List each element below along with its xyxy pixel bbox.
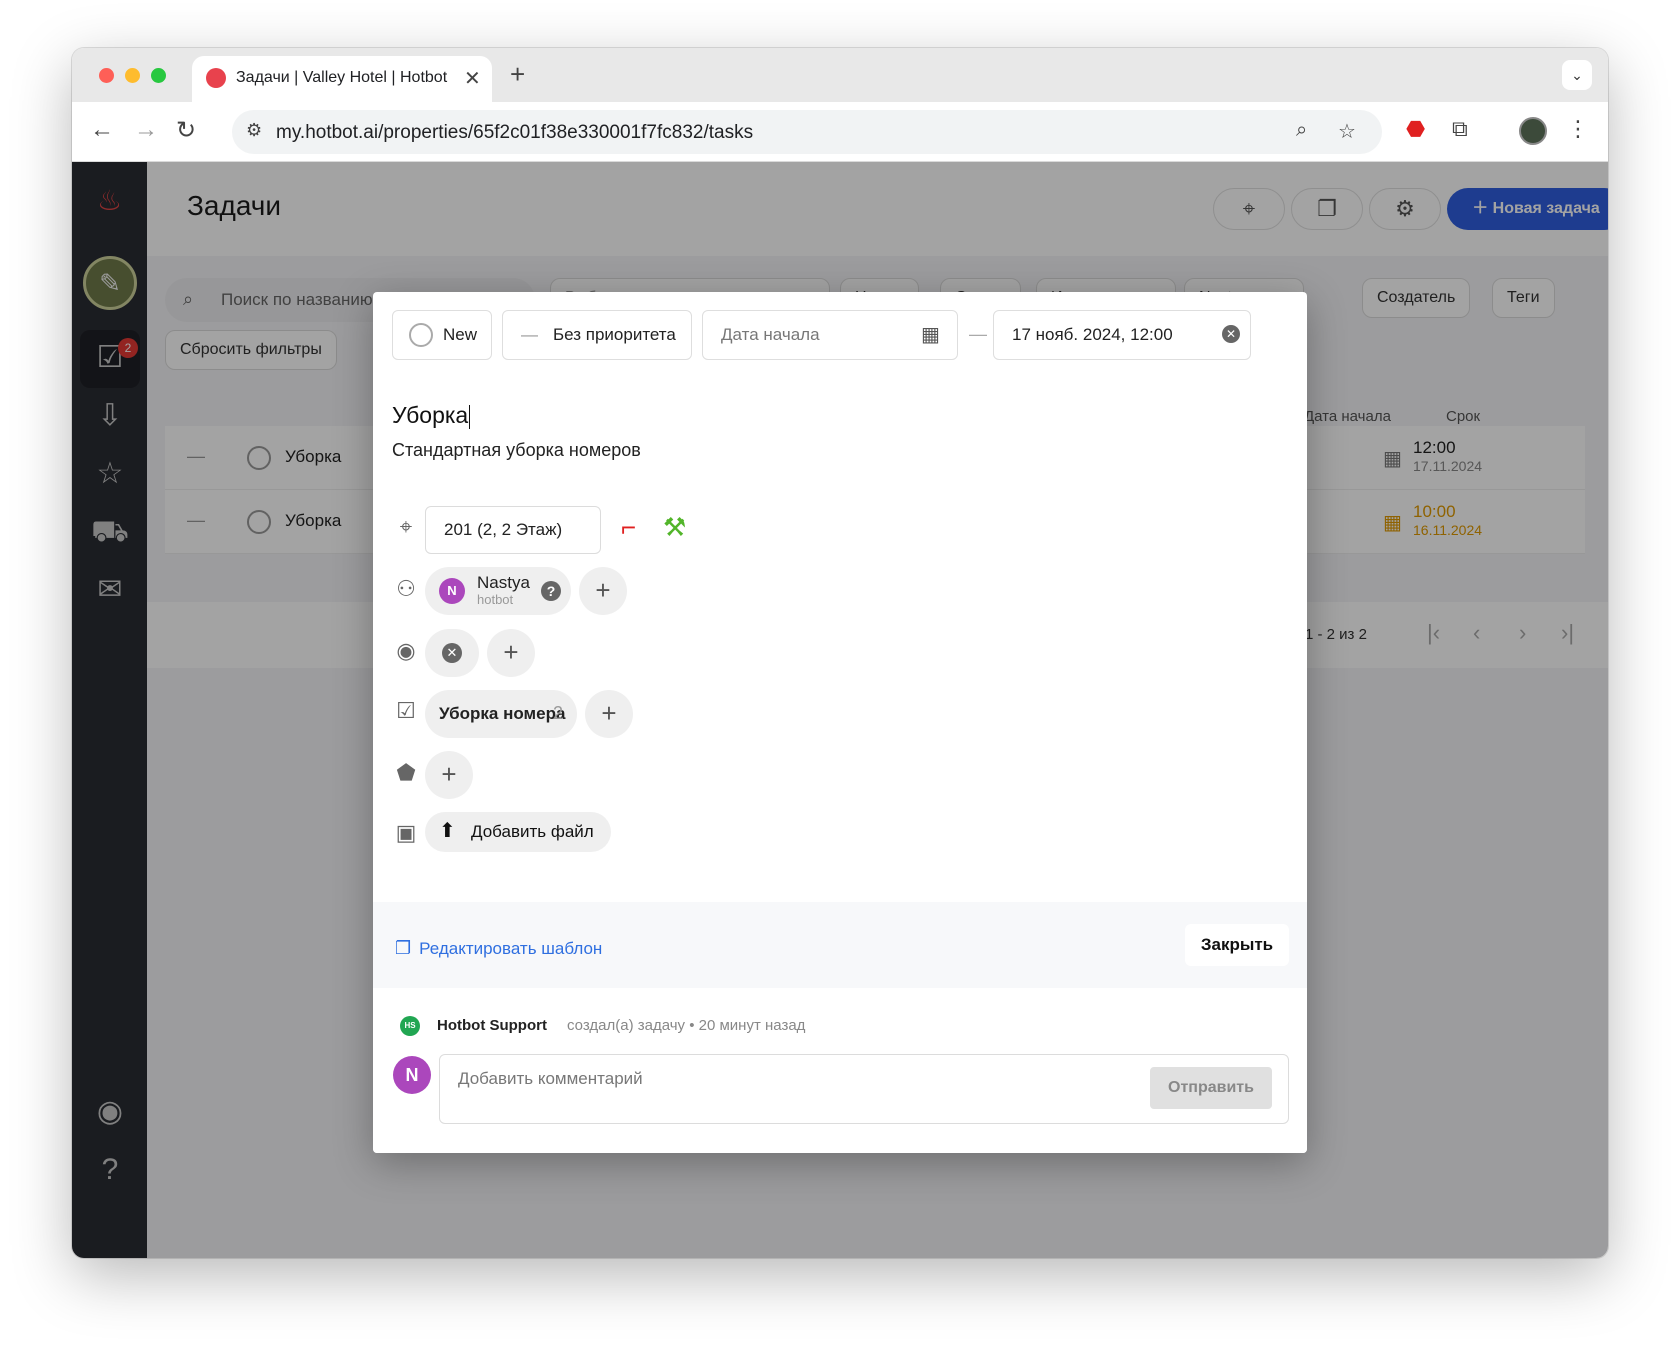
activity-section: HS Hotbot Support создал(а) задачу • 20 … — [373, 988, 1307, 1153]
extensions-puzzle-icon[interactable]: ⧉ — [1452, 116, 1468, 142]
start-date-placeholder: Дата начала — [721, 325, 820, 344]
watchers-chip[interactable]: ✕ — [425, 629, 479, 677]
activity-author: Hotbot Support — [437, 1017, 547, 1034]
eye-icon: ◉ — [396, 638, 416, 663]
edit-template-label: Редактировать шаблон — [419, 939, 603, 958]
window-maximize-button[interactable] — [151, 68, 166, 83]
task-modal: New — Без приоритета Дата начала ▦ — 17 … — [373, 292, 1307, 1153]
calendar-icon[interactable]: ▦ — [921, 311, 940, 359]
profile-avatar[interactable] — [1519, 117, 1547, 145]
activity-text: создал(а) задачу • 20 минут назад — [567, 1017, 806, 1034]
user-avatar: N — [393, 1056, 431, 1094]
status-chip[interactable]: New — [392, 310, 492, 360]
app: ♨ ✎ ☑ 2 ⇩ ☆ ⛟ ✉ ◉ ? Задачи ⌖ ❐ ⚙ ＋ Новая… — [72, 162, 1608, 1258]
status-circle-icon — [409, 323, 433, 347]
forward-icon[interactable]: → — [134, 116, 158, 144]
bookmark-star-icon[interactable]: ☆ — [1338, 119, 1356, 144]
site-info-icon[interactable]: ⚙ — [246, 120, 262, 141]
window-close-button[interactable] — [99, 68, 114, 83]
location-field[interactable]: 201 (2, 2 Этаж) — [425, 506, 601, 554]
priority-chip[interactable]: — Без приоритета — [502, 310, 692, 360]
remove-watcher-icon[interactable]: ✕ — [442, 643, 462, 663]
send-button[interactable]: Отправить — [1150, 1067, 1272, 1109]
address-bar[interactable]: ⚙ my.hotbot.ai/properties/65f2c01f38e330… — [232, 110, 1382, 154]
tab-search-chevron-icon[interactable]: ⌄ — [1562, 60, 1592, 90]
status-label: New — [443, 325, 478, 344]
author-avatar: HS — [400, 1016, 420, 1036]
checklist-count: 2 — [553, 703, 564, 723]
priority-label: Без приоритета — [553, 325, 676, 344]
task-title-input[interactable]: Уборка — [392, 402, 471, 429]
add-file-button[interactable]: ⬆ Добавить файл — [425, 812, 611, 852]
browser-toolbar: ← → ↻ ⚙ my.hotbot.ai/properties/65f2c01f… — [72, 102, 1608, 162]
assignee-chip[interactable]: N Nastya hotbot ? — [425, 567, 571, 615]
zoom-icon[interactable]: ⌕ — [1296, 119, 1307, 142]
assignee-avatar: N — [439, 578, 465, 604]
reload-icon[interactable]: ↻ — [176, 116, 196, 145]
question-icon[interactable]: ? — [541, 581, 561, 601]
browser-window: Задачи | Valley Hotel | Hotbot ✕ + ⌄ ← →… — [72, 48, 1608, 1258]
checklist-chip[interactable]: Уборка номера 2 — [425, 690, 577, 738]
add-file-label: Добавить файл — [471, 822, 594, 841]
add-checklist-button[interactable]: + — [585, 690, 633, 738]
task-description[interactable]: Стандартная уборка номеров — [392, 440, 641, 461]
browser-tab[interactable]: Задачи | Valley Hotel | Hotbot ✕ — [192, 56, 492, 102]
checklist-label: Уборка номера — [439, 704, 566, 723]
image-icon: ▣ — [395, 820, 417, 845]
edit-template-link[interactable]: ❐ Редактировать шаблон — [395, 938, 602, 959]
extension-icon[interactable]: ⬣ — [1406, 116, 1425, 142]
people-icon: ⚇ — [396, 576, 416, 601]
broom-icon[interactable]: ⌐ — [621, 512, 636, 543]
assignee-subtitle: hotbot — [477, 592, 514, 607]
assignee-name: Nastya — [477, 573, 530, 592]
deadline-value: 17 нояб. 2024, 12:00 — [1012, 325, 1173, 344]
add-tag-button[interactable]: + — [425, 751, 473, 799]
favicon-icon — [206, 68, 226, 88]
back-icon[interactable]: ← — [90, 116, 114, 144]
deadline-field[interactable]: 17 нояб. 2024, 12:00 ✕ — [993, 310, 1251, 360]
menu-kebab-icon[interactable]: ⋮ — [1567, 116, 1589, 142]
url-text: my.hotbot.ai/properties/65f2c01f38e33000… — [276, 122, 754, 143]
clear-deadline-icon[interactable]: ✕ — [1222, 325, 1240, 343]
tag-icon: ⬟ — [396, 760, 416, 785]
text-caret — [469, 404, 471, 429]
copy-template-icon: ❐ — [395, 938, 412, 958]
task-title: Уборка — [392, 402, 469, 428]
tab-strip: Задачи | Valley Hotel | Hotbot ✕ + ⌄ — [72, 48, 1608, 102]
add-watcher-button[interactable]: + — [487, 629, 535, 677]
priority-dash-icon: — — [521, 325, 538, 344]
checklist-icon: ☑ — [396, 698, 416, 723]
start-date-field[interactable]: Дата начала ▦ — [702, 310, 958, 360]
new-tab-icon[interactable]: + — [510, 59, 525, 90]
comment-placeholder: Добавить комментарий — [458, 1069, 643, 1088]
wrench-icon[interactable]: ⚒ — [663, 512, 686, 543]
upload-icon: ⬆ — [439, 820, 456, 842]
modal-footer: ❐ Редактировать шаблон Закрыть — [373, 902, 1307, 988]
comment-input[interactable]: Добавить комментарий Отправить — [439, 1054, 1289, 1124]
window-minimize-button[interactable] — [125, 68, 140, 83]
tab-close-icon[interactable]: ✕ — [464, 66, 481, 91]
add-assignee-button[interactable]: + — [579, 567, 627, 615]
location-pin-icon: ⌖ — [399, 514, 413, 539]
tab-title: Задачи | Valley Hotel | Hotbot — [236, 69, 448, 86]
range-separator: — — [969, 324, 987, 344]
close-button[interactable]: Закрыть — [1185, 924, 1289, 966]
